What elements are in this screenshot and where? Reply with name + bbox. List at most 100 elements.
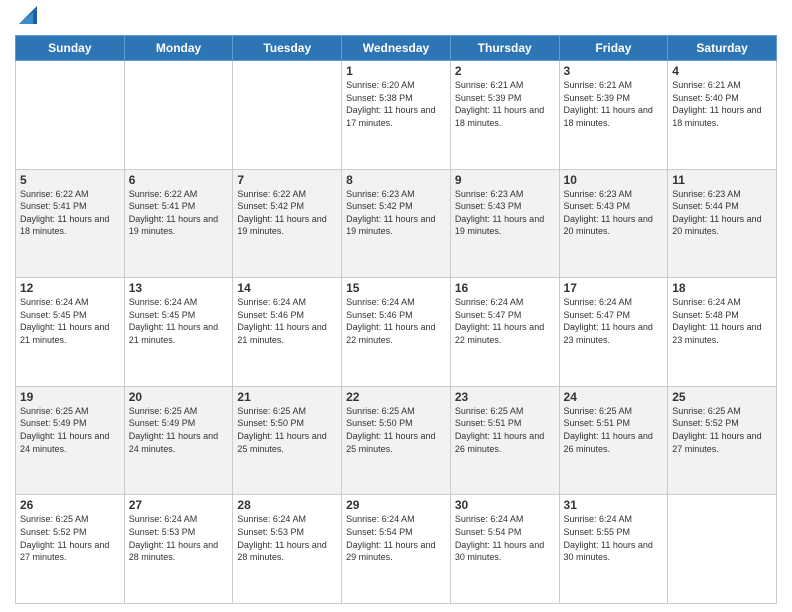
day-header-monday: Monday (124, 36, 233, 61)
calendar-cell: 24Sunrise: 6:25 AMSunset: 5:51 PMDayligh… (559, 386, 668, 495)
calendar-cell: 12Sunrise: 6:24 AMSunset: 5:45 PMDayligh… (16, 278, 125, 387)
calendar-cell (16, 61, 125, 170)
cell-info: Sunrise: 6:24 AMSunset: 5:46 PMDaylight:… (237, 296, 337, 346)
calendar-cell: 17Sunrise: 6:24 AMSunset: 5:47 PMDayligh… (559, 278, 668, 387)
cell-info: Sunrise: 6:23 AMSunset: 5:43 PMDaylight:… (564, 188, 664, 238)
calendar-cell: 25Sunrise: 6:25 AMSunset: 5:52 PMDayligh… (668, 386, 777, 495)
calendar-cell: 23Sunrise: 6:25 AMSunset: 5:51 PMDayligh… (450, 386, 559, 495)
day-number: 12 (20, 281, 120, 295)
day-number: 6 (129, 173, 229, 187)
day-number: 7 (237, 173, 337, 187)
calendar-cell (668, 495, 777, 604)
cell-info: Sunrise: 6:24 AMSunset: 5:48 PMDaylight:… (672, 296, 772, 346)
cell-info: Sunrise: 6:21 AMSunset: 5:39 PMDaylight:… (455, 79, 555, 129)
day-number: 31 (564, 498, 664, 512)
day-number: 17 (564, 281, 664, 295)
cell-info: Sunrise: 6:25 AMSunset: 5:49 PMDaylight:… (129, 405, 229, 455)
calendar-cell: 31Sunrise: 6:24 AMSunset: 5:55 PMDayligh… (559, 495, 668, 604)
cell-info: Sunrise: 6:23 AMSunset: 5:42 PMDaylight:… (346, 188, 446, 238)
calendar-cell: 14Sunrise: 6:24 AMSunset: 5:46 PMDayligh… (233, 278, 342, 387)
calendar-cell: 2Sunrise: 6:21 AMSunset: 5:39 PMDaylight… (450, 61, 559, 170)
calendar-cell: 29Sunrise: 6:24 AMSunset: 5:54 PMDayligh… (342, 495, 451, 604)
day-number: 15 (346, 281, 446, 295)
cell-info: Sunrise: 6:25 AMSunset: 5:52 PMDaylight:… (672, 405, 772, 455)
page-container: SundayMondayTuesdayWednesdayThursdayFrid… (0, 0, 792, 612)
cell-info: Sunrise: 6:22 AMSunset: 5:41 PMDaylight:… (20, 188, 120, 238)
calendar-cell: 7Sunrise: 6:22 AMSunset: 5:42 PMDaylight… (233, 169, 342, 278)
cell-info: Sunrise: 6:23 AMSunset: 5:43 PMDaylight:… (455, 188, 555, 238)
calendar-cell: 28Sunrise: 6:24 AMSunset: 5:53 PMDayligh… (233, 495, 342, 604)
cell-info: Sunrise: 6:24 AMSunset: 5:45 PMDaylight:… (20, 296, 120, 346)
calendar-cell: 21Sunrise: 6:25 AMSunset: 5:50 PMDayligh… (233, 386, 342, 495)
calendar-cell: 11Sunrise: 6:23 AMSunset: 5:44 PMDayligh… (668, 169, 777, 278)
day-number: 4 (672, 64, 772, 78)
day-number: 27 (129, 498, 229, 512)
day-number: 18 (672, 281, 772, 295)
cell-info: Sunrise: 6:24 AMSunset: 5:46 PMDaylight:… (346, 296, 446, 346)
cell-info: Sunrise: 6:22 AMSunset: 5:41 PMDaylight:… (129, 188, 229, 238)
calendar-week-row: 12Sunrise: 6:24 AMSunset: 5:45 PMDayligh… (16, 278, 777, 387)
day-number: 28 (237, 498, 337, 512)
cell-info: Sunrise: 6:25 AMSunset: 5:50 PMDaylight:… (237, 405, 337, 455)
day-number: 30 (455, 498, 555, 512)
day-number: 20 (129, 390, 229, 404)
cell-info: Sunrise: 6:24 AMSunset: 5:53 PMDaylight:… (237, 513, 337, 563)
cell-info: Sunrise: 6:25 AMSunset: 5:49 PMDaylight:… (20, 405, 120, 455)
calendar-cell (124, 61, 233, 170)
calendar-cell: 4Sunrise: 6:21 AMSunset: 5:40 PMDaylight… (668, 61, 777, 170)
calendar-week-row: 1Sunrise: 6:20 AMSunset: 5:38 PMDaylight… (16, 61, 777, 170)
day-number: 2 (455, 64, 555, 78)
logo (15, 10, 37, 29)
cell-info: Sunrise: 6:25 AMSunset: 5:51 PMDaylight:… (564, 405, 664, 455)
day-header-tuesday: Tuesday (233, 36, 342, 61)
day-number: 9 (455, 173, 555, 187)
cell-info: Sunrise: 6:20 AMSunset: 5:38 PMDaylight:… (346, 79, 446, 129)
day-header-wednesday: Wednesday (342, 36, 451, 61)
calendar-cell: 20Sunrise: 6:25 AMSunset: 5:49 PMDayligh… (124, 386, 233, 495)
day-number: 25 (672, 390, 772, 404)
day-number: 26 (20, 498, 120, 512)
calendar-cell: 6Sunrise: 6:22 AMSunset: 5:41 PMDaylight… (124, 169, 233, 278)
day-header-sunday: Sunday (16, 36, 125, 61)
day-number: 3 (564, 64, 664, 78)
day-number: 8 (346, 173, 446, 187)
calendar-cell: 10Sunrise: 6:23 AMSunset: 5:43 PMDayligh… (559, 169, 668, 278)
calendar-week-row: 26Sunrise: 6:25 AMSunset: 5:52 PMDayligh… (16, 495, 777, 604)
cell-info: Sunrise: 6:24 AMSunset: 5:54 PMDaylight:… (455, 513, 555, 563)
page-header (15, 10, 777, 29)
day-header-thursday: Thursday (450, 36, 559, 61)
calendar-cell: 3Sunrise: 6:21 AMSunset: 5:39 PMDaylight… (559, 61, 668, 170)
cell-info: Sunrise: 6:24 AMSunset: 5:53 PMDaylight:… (129, 513, 229, 563)
cell-info: Sunrise: 6:21 AMSunset: 5:40 PMDaylight:… (672, 79, 772, 129)
calendar-cell: 5Sunrise: 6:22 AMSunset: 5:41 PMDaylight… (16, 169, 125, 278)
cell-info: Sunrise: 6:24 AMSunset: 5:47 PMDaylight:… (564, 296, 664, 346)
day-number: 21 (237, 390, 337, 404)
cell-info: Sunrise: 6:24 AMSunset: 5:47 PMDaylight:… (455, 296, 555, 346)
calendar-cell: 8Sunrise: 6:23 AMSunset: 5:42 PMDaylight… (342, 169, 451, 278)
cell-info: Sunrise: 6:25 AMSunset: 5:52 PMDaylight:… (20, 513, 120, 563)
cell-info: Sunrise: 6:25 AMSunset: 5:50 PMDaylight:… (346, 405, 446, 455)
day-number: 19 (20, 390, 120, 404)
day-number: 24 (564, 390, 664, 404)
cell-info: Sunrise: 6:22 AMSunset: 5:42 PMDaylight:… (237, 188, 337, 238)
calendar-cell: 30Sunrise: 6:24 AMSunset: 5:54 PMDayligh… (450, 495, 559, 604)
day-header-saturday: Saturday (668, 36, 777, 61)
logo-triangle-icon (19, 2, 37, 24)
calendar-header-row: SundayMondayTuesdayWednesdayThursdayFrid… (16, 36, 777, 61)
cell-info: Sunrise: 6:24 AMSunset: 5:55 PMDaylight:… (564, 513, 664, 563)
cell-info: Sunrise: 6:25 AMSunset: 5:51 PMDaylight:… (455, 405, 555, 455)
day-number: 1 (346, 64, 446, 78)
calendar-cell: 16Sunrise: 6:24 AMSunset: 5:47 PMDayligh… (450, 278, 559, 387)
cell-info: Sunrise: 6:24 AMSunset: 5:54 PMDaylight:… (346, 513, 446, 563)
day-number: 5 (20, 173, 120, 187)
day-number: 11 (672, 173, 772, 187)
day-header-friday: Friday (559, 36, 668, 61)
calendar-cell: 19Sunrise: 6:25 AMSunset: 5:49 PMDayligh… (16, 386, 125, 495)
calendar-cell: 18Sunrise: 6:24 AMSunset: 5:48 PMDayligh… (668, 278, 777, 387)
calendar-table: SundayMondayTuesdayWednesdayThursdayFrid… (15, 35, 777, 604)
day-number: 14 (237, 281, 337, 295)
calendar-week-row: 19Sunrise: 6:25 AMSunset: 5:49 PMDayligh… (16, 386, 777, 495)
day-number: 29 (346, 498, 446, 512)
cell-info: Sunrise: 6:24 AMSunset: 5:45 PMDaylight:… (129, 296, 229, 346)
day-number: 23 (455, 390, 555, 404)
